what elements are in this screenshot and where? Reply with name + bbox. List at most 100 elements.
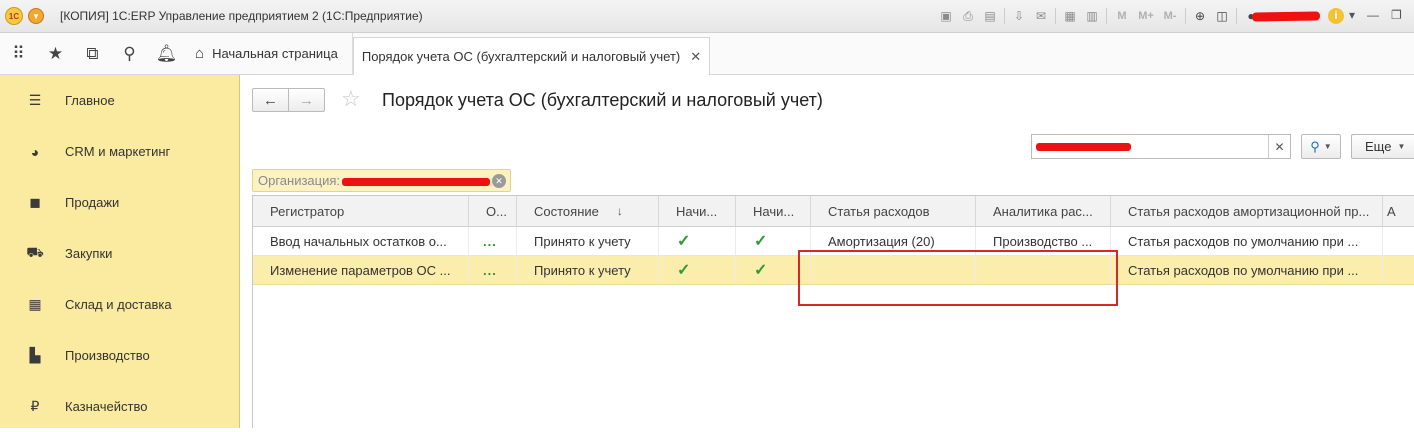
sidebar-item-purchases[interactable]: ⛟ Закупки [0, 228, 239, 279]
print-icon[interactable]: ⎙ [957, 7, 979, 25]
restore-icon[interactable]: ❐ [1391, 8, 1402, 22]
records-table: Регистратор О... Состояние ↓ Начи... Нач… [252, 195, 1414, 428]
table-cell: Принято к учету [517, 227, 659, 255]
1c-logo-icon: 1С [5, 7, 23, 25]
sidebar-item-label: CRM и маркетинг [65, 144, 171, 159]
zoom-icon[interactable]: ⊕ [1189, 7, 1211, 25]
dropdown-caret-icon[interactable]: ▾ [1349, 8, 1355, 22]
column-header[interactable]: Статья расходов амортизационной пр... [1111, 196, 1383, 226]
window-title: [КОПИЯ] 1С:ERP Управление предприятием 2… [60, 9, 423, 23]
back-arrow-icon[interactable]: ← [253, 89, 288, 111]
ruble-icon: ₽ [30, 398, 40, 414]
table-cell [1383, 256, 1414, 284]
mail-icon[interactable]: ✉ [1030, 7, 1052, 25]
table-cell: Статья расходов по умолчанию при ... [1111, 256, 1383, 284]
table-header: Регистратор О... Состояние ↓ Начи... Нач… [253, 196, 1414, 227]
check-icon: ✓ [659, 227, 736, 255]
more-button[interactable]: Еще ▼ [1351, 134, 1414, 159]
calculator-icon[interactable]: ▦ [1059, 7, 1081, 25]
clear-filter-icon[interactable]: ✕ [492, 174, 506, 188]
notifications-bell-icon[interactable]: 🔔︎ [148, 33, 185, 74]
search-text-redaction [1036, 143, 1131, 151]
info-icon[interactable]: i [1328, 8, 1344, 24]
sidebar-item-crm[interactable]: ◕ CRM и маркетинг [0, 126, 239, 177]
download-icon[interactable]: ⇩ [1008, 7, 1030, 25]
magnifier-icon: ⚲ [1310, 138, 1320, 154]
pie-chart-icon: ◕ [30, 143, 40, 160]
forward-arrow-icon[interactable]: → [288, 89, 324, 111]
shopping-bag-icon: ◼ [29, 194, 41, 210]
user-name-redaction [1251, 11, 1321, 22]
memory-plus-button[interactable]: M+ [1134, 7, 1158, 25]
tab-active-label: Порядок учета ОС (бухгалтерский и налого… [361, 49, 681, 64]
warehouse-grid-icon: ▦ [28, 296, 42, 312]
sidebar-item-production[interactable]: ▙ Производство [0, 330, 239, 381]
close-tab-icon[interactable]: ✕ [690, 49, 701, 65]
table-cell: ... [469, 227, 517, 255]
column-header-label: Состояние [534, 203, 599, 219]
sidebar-item-label: Склад и доставка [65, 297, 172, 312]
minimize-icon[interactable]: — [1367, 8, 1379, 22]
favorites-star-icon[interactable]: ★ [37, 33, 74, 74]
cart-icon: ⛟ [26, 244, 44, 260]
sidebar-item-label: Закупки [65, 246, 113, 261]
window-titlebar: 1С ▼ [КОПИЯ] 1С:ERP Управление предприят… [0, 0, 1414, 33]
column-header[interactable]: О... [469, 196, 517, 226]
sidebar-item-sales[interactable]: ◼ Продажи [0, 177, 239, 228]
column-header[interactable]: Аналитика рас... [976, 196, 1111, 226]
clear-search-icon[interactable]: ✕ [1268, 135, 1290, 158]
page-title: Порядок учета ОС (бухгалтерский и налого… [382, 90, 823, 110]
sidebar-item-label: Продажи [65, 195, 120, 210]
org-name-redaction [342, 178, 490, 186]
chevron-down-icon: ▼ [1397, 142, 1406, 151]
sections-bar: ⠿ ★ ⧉ ⚲ 🔔︎ ⌂ Начальная страница Порядок … [0, 33, 1414, 75]
calendar-icon[interactable]: ▥ [1081, 7, 1103, 25]
column-header[interactable]: Начи... [736, 196, 811, 226]
table-cell: Изменение параметров ОС ... [253, 256, 469, 284]
table-cell: Ввод начальных остатков о... [253, 227, 469, 255]
home-icon: ⌂ [195, 45, 205, 62]
search-icon[interactable]: ⚲ [111, 33, 148, 74]
memory-m-button[interactable]: M [1110, 7, 1134, 25]
sidebar-item-label: Производство [65, 348, 150, 363]
sort-down-icon: ↓ [616, 204, 623, 218]
organization-filter[interactable]: Организация: ✕ [252, 169, 511, 192]
history-nav: ← → [252, 88, 325, 112]
table-cell: ... [469, 256, 517, 284]
org-filter-label: Организация: [258, 173, 341, 188]
table-cell: Статья расходов по умолчанию при ... [1111, 227, 1383, 255]
table-cell [1383, 227, 1414, 255]
preview-icon[interactable]: ▤ [979, 7, 1001, 25]
chevron-down-icon: ▼ [1323, 142, 1332, 151]
tab-asset-accounting[interactable]: Порядок учета ОС (бухгалтерский и налого… [352, 37, 711, 75]
all-sections-grid-icon[interactable]: ⠿ [0, 33, 37, 74]
memory-minus-button[interactable]: M- [1158, 7, 1182, 25]
column-header[interactable]: Состояние ↓ [517, 196, 659, 226]
column-header[interactable]: Статья расходов [811, 196, 976, 226]
history-icon[interactable]: ⧉ [74, 33, 111, 74]
titlebar-toolbar: ▣ ⎙ ▤ ⇩ ✉ ▦ ▥ M M+ M- ⊕ ◫ ● [935, 7, 1262, 25]
main-menu-icon[interactable]: ▼ [28, 8, 44, 24]
column-header[interactable]: Регистратор [253, 196, 469, 226]
check-icon: ✓ [659, 256, 736, 284]
sidebar-item-label: Главное [65, 93, 115, 108]
factory-icon: ▙ [29, 347, 41, 363]
table-cell: Принято к учету [517, 256, 659, 284]
search-button[interactable]: ⚲ ▼ [1301, 134, 1341, 159]
search-input[interactable]: ✕ [1031, 134, 1291, 159]
save-icon[interactable]: ▣ [935, 7, 957, 25]
sidebar-item-treasury[interactable]: ₽ Казначейство [0, 381, 239, 432]
tab-home-label: Начальная страница [212, 46, 338, 61]
column-header[interactable]: А [1383, 196, 1414, 226]
sidebar-item-main[interactable]: ☰ Главное [0, 75, 239, 126]
sidebar-item-warehouse[interactable]: ▦ Склад и доставка [0, 279, 239, 330]
menu-icon: ☰ [28, 92, 42, 108]
sidebar-item-label: Казначейство [65, 399, 148, 414]
sidebar: ☰ Главное ◕ CRM и маркетинг ◼ Продажи ⛟ … [0, 75, 240, 428]
panel-layout-icon[interactable]: ◫ [1211, 7, 1233, 25]
favorite-star-icon[interactable]: ☆ [341, 86, 361, 112]
tab-home[interactable]: ⌂ Начальная страница [195, 33, 353, 74]
more-button-label: Еще [1365, 139, 1392, 154]
highlight-annotation-rect [798, 250, 1118, 306]
column-header[interactable]: Начи... [659, 196, 736, 226]
